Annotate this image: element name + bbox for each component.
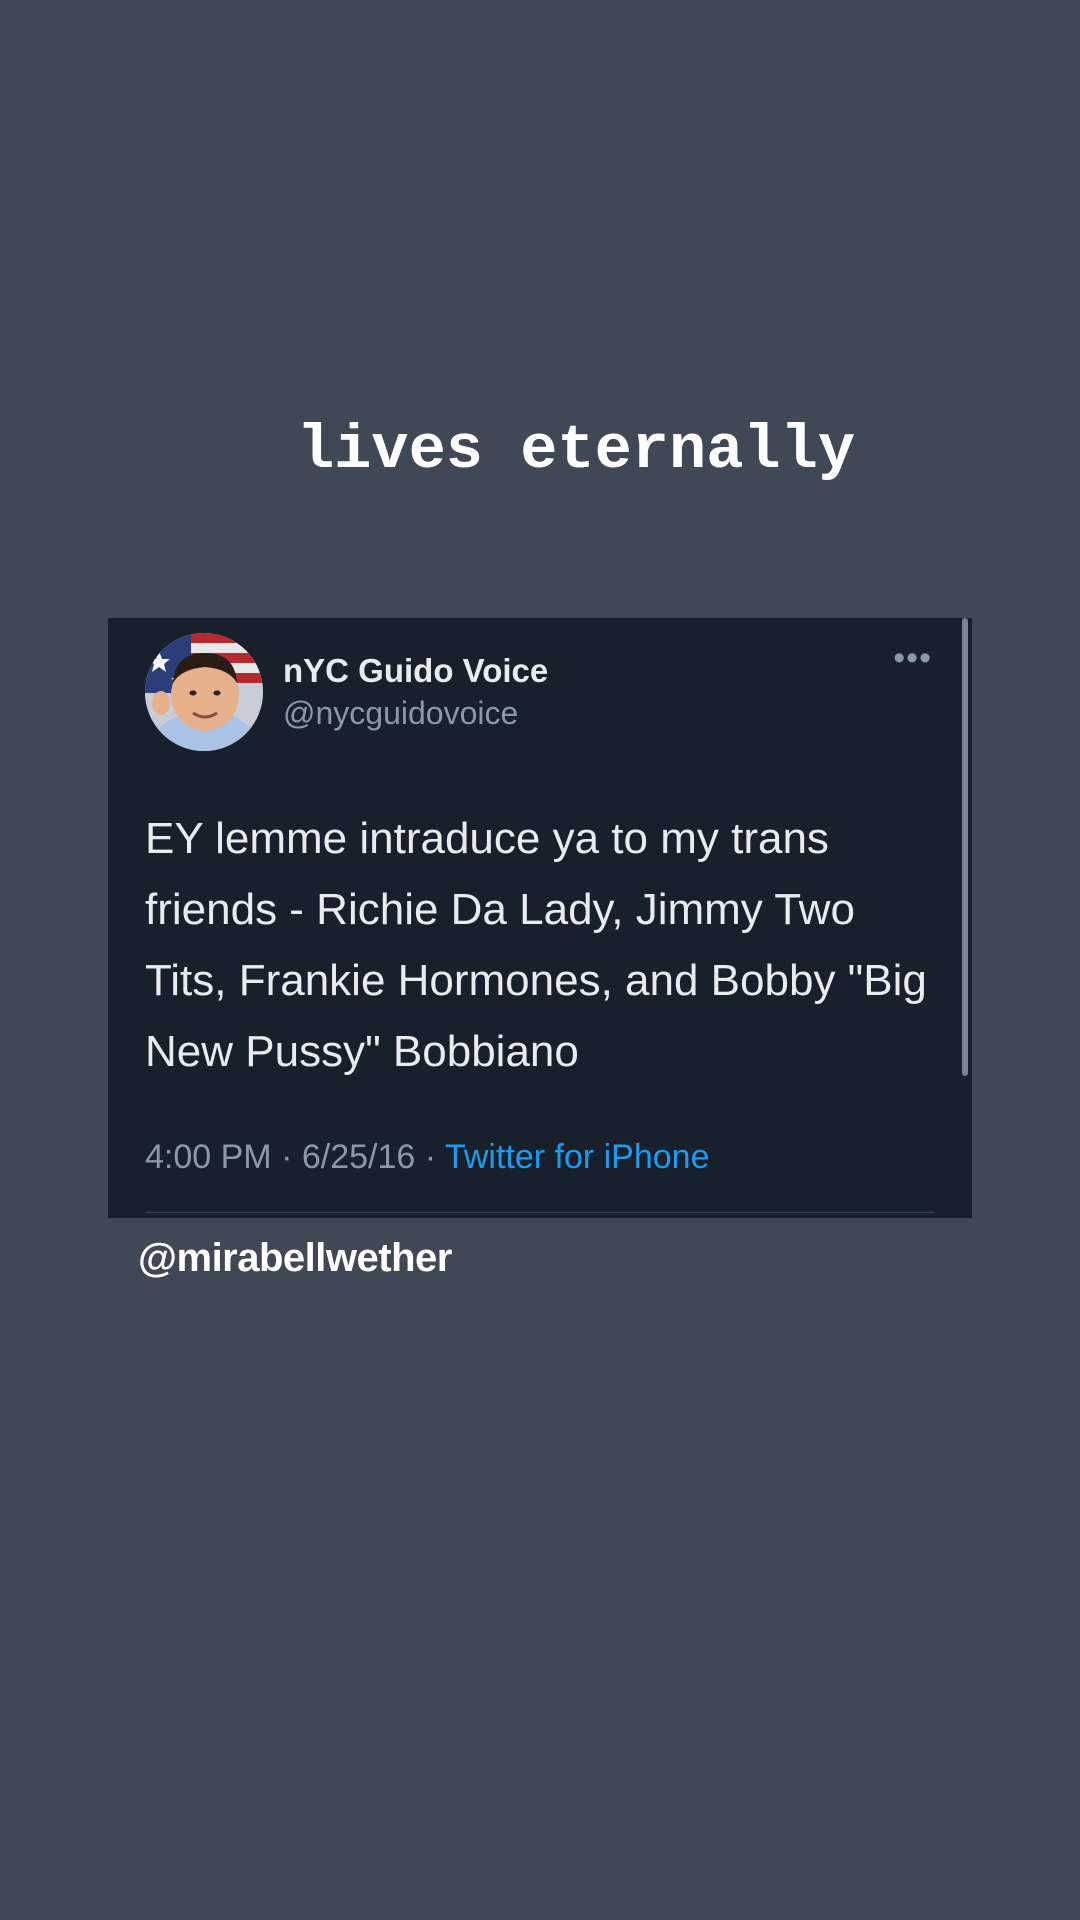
divider [145,1212,935,1213]
more-horizontal-icon[interactable]: ••• [893,641,932,675]
tweet-date: 6/25/16 [301,1138,416,1176]
tweet-source-link[interactable]: Twitter for iPhone [445,1138,710,1176]
display-name[interactable]: nYC Guido Voice [283,652,548,690]
scrollbar[interactable] [962,618,968,1076]
tweet-time: 4:00 PM [145,1138,272,1176]
user-handle[interactable]: @nycguidovoice [283,695,518,732]
tweet-metadata: 4:00 PM · 6/25/16 · Twitter for iPhone [145,1138,710,1177]
credit-text: @mirabellwether [138,1236,452,1280]
story-caption: lives eternally [296,415,856,486]
meta-separator: · [281,1138,293,1176]
meta-separator: · [424,1138,437,1176]
avatar[interactable] [145,633,263,751]
tweet-card[interactable]: nYC Guido Voice @nycguidovoice ••• EY le… [108,618,972,1218]
tweet-text: EY lemme intraduce ya to my trans friend… [145,814,927,1076]
